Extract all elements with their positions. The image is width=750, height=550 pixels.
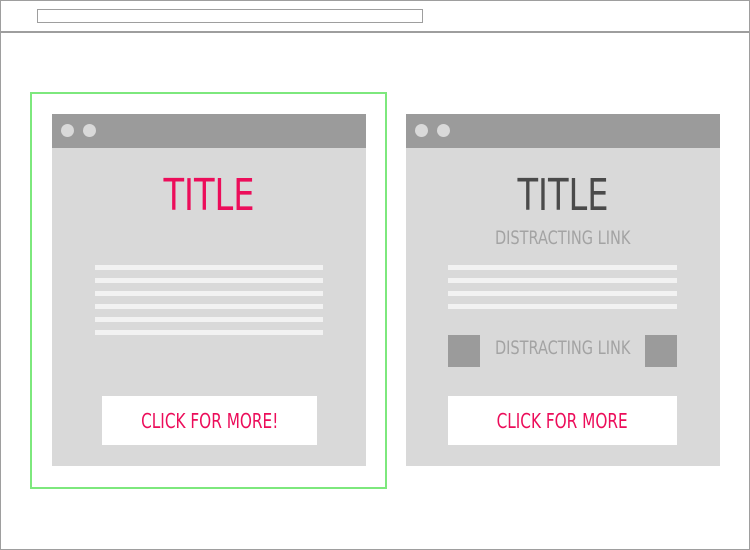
text-line [448,265,677,270]
window-dot-icon [83,124,96,137]
text-line [448,304,677,309]
left-text-lines [95,265,323,343]
browser-toolbar [1,1,749,33]
text-line [95,265,323,270]
right-window-bar [406,114,720,148]
left-page-mockup: TITLE CLICK FOR MORE! [52,114,366,466]
text-line [95,330,323,335]
window-dot-icon [415,124,428,137]
left-title: TITLE [163,170,255,221]
left-cta-label: CLICK FOR MORE! [140,408,279,433]
address-bar[interactable] [37,9,423,23]
text-line [95,291,323,296]
window-dot-icon [437,124,450,137]
left-cta-button[interactable]: CLICK FOR MORE! [102,396,317,445]
window-dot-icon [61,124,74,137]
text-line [448,278,677,283]
distracting-link-top[interactable]: DISTRACTING LINK [406,227,720,249]
distracting-link-middle-label: DISTRACTING LINK [495,337,631,359]
distracting-link-top-label: DISTRACTING LINK [495,227,631,249]
left-window-bar [52,114,366,148]
text-line [448,291,677,296]
right-page-mockup: TITLE DISTRACTING LINK DISTRACTING LINK … [406,114,720,466]
right-text-lines [448,265,677,317]
text-line [95,304,323,309]
text-line [95,278,323,283]
right-cta-label: CLICK FOR MORE [496,408,629,433]
right-square-image [645,335,677,367]
right-title: TITLE [517,170,609,221]
right-cta-button[interactable]: CLICK FOR MORE [448,396,677,445]
text-line [95,317,323,322]
